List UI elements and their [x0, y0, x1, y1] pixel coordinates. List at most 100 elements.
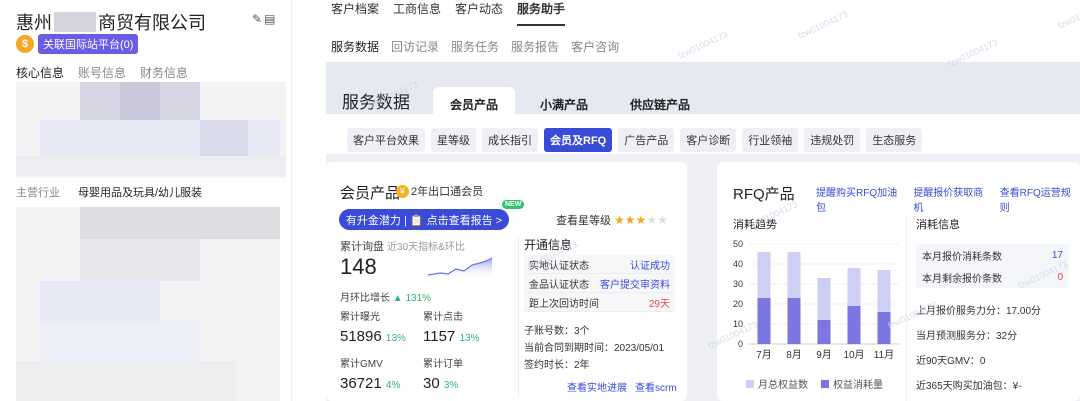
contract-end-line: 当前合同到期时间：2023/05/01	[524, 343, 665, 354]
consumption-row-used: 本月报价消耗条数 17	[916, 244, 1069, 266]
sub-tabs: 服务数据 回访记录 服务任务 服务报告 客户咨询	[331, 38, 619, 55]
consumption-table: 本月报价消耗条数 17 本月剩余报价条数 0	[916, 244, 1069, 288]
tab-core-info[interactable]: 核心信息	[16, 64, 64, 81]
chip-customer-diagnosis[interactable]: 客户诊断	[680, 128, 737, 152]
inquiry-value: 148	[340, 254, 377, 279]
contract-length-line: 签约时长：2年	[524, 360, 590, 371]
consumption-key: 本月报价消耗条数	[922, 251, 1002, 263]
month-forecast-score: 当月预测服务分：32分	[916, 331, 1018, 342]
open-row-key: 距上次回访时间	[529, 298, 599, 310]
view-scrm-link[interactable]: 查看scrm	[635, 379, 677, 394]
main-area: 客户档案 工商信息 客户动态 服务助手 服务数据 回访记录 服务任务 服务报告 …	[326, 0, 1080, 401]
star-level[interactable]: 查看星等级 ★★★★★	[556, 212, 668, 228]
tab-business-info[interactable]: 工商信息	[393, 0, 441, 26]
tab-finance-info[interactable]: 财务信息	[140, 64, 188, 81]
subtab-service-tasks[interactable]: 服务任务	[451, 38, 499, 55]
tab-customer-profile[interactable]: 客户档案	[331, 0, 379, 26]
edit-icon[interactable]: ✎	[252, 12, 264, 26]
open-row-last-visit: 距上次回访时间 29天	[524, 293, 675, 312]
star-level-label: 查看星等级	[556, 215, 611, 227]
tab-service-assistant[interactable]: 服务助手	[517, 0, 566, 26]
chip-ecosystem-services[interactable]: 生态服务	[866, 128, 923, 152]
star-icon: ★	[657, 213, 668, 227]
tab-xiaoman-products[interactable]: 小满产品	[540, 96, 588, 113]
service-data-panel: 服务数据 会员产品 小满产品 供应链产品 客户平台效果 星等级 成长指引 会员及…	[326, 62, 1080, 401]
x-tick-label: 8月	[786, 349, 802, 361]
info-tabs: 核心信息 账号信息 财务信息	[16, 64, 188, 81]
top-tabs: 客户档案 工商信息 客户动态 服务助手	[331, 0, 566, 26]
subtab-visit-records[interactable]: 回访记录	[391, 38, 439, 55]
orders-metric: 30 3%	[423, 375, 458, 392]
tab-account-info[interactable]: 账号信息	[78, 64, 126, 81]
linked-platform-badge[interactable]: 关联国际站平台(0)	[38, 34, 139, 54]
subaccounts-line: 子账号数：3个	[524, 326, 590, 337]
chip-platform-effect[interactable]: 客户平台效果	[347, 128, 425, 152]
bar-used	[817, 320, 831, 344]
title-actions: ✎▤	[252, 12, 277, 26]
open-row-value[interactable]: 认证成功	[630, 257, 670, 272]
orders-label: 累计订单	[423, 359, 463, 370]
remind-buy-rfq-link[interactable]: 提醒购买RFQ加油包	[816, 184, 906, 214]
subtab-service-data[interactable]: 服务数据	[331, 38, 379, 55]
x-tick-label: 11月	[874, 349, 894, 361]
industry-value: 母婴用品及玩具/幼儿服装	[78, 187, 203, 199]
legend-used: 权益消耗量	[821, 376, 883, 391]
rfq-links: 提醒购买RFQ加油包 提醒报价获取商机 查看RFQ运营规则	[816, 184, 1080, 214]
gold-member-badge: ¥ 2年出口通会员	[396, 183, 483, 199]
view-rfq-rules-link[interactable]: 查看RFQ运营规则	[1000, 184, 1080, 214]
subtab-customer-consult[interactable]: 客户咨询	[571, 38, 619, 55]
clicks-metric: 1157 13%	[423, 328, 479, 345]
inquiry-label-row: 累计询盘 近30天指标&环比	[340, 238, 465, 254]
remind-quote-link[interactable]: 提醒报价获取商机	[913, 184, 992, 214]
badge-row: $ 关联国际站平台(0)	[16, 34, 139, 54]
tab-customer-activity[interactable]: 客户动态	[455, 0, 503, 26]
view-report-button[interactable]: 有升金潜力 | 📋 点击查看报告 >	[339, 209, 509, 230]
redacted-mask	[54, 12, 96, 32]
tab-supply-chain-products[interactable]: 供应链产品	[630, 96, 690, 113]
divider	[906, 215, 907, 401]
fuel-pack-365-days: 近365天购买加油包：¥-	[916, 381, 1022, 392]
member-card-title: 会员产品	[340, 185, 401, 202]
chip-ad-products[interactable]: 广告产品	[618, 128, 675, 152]
chip-member-rfq[interactable]: 会员及RFQ	[544, 128, 613, 152]
document-icon[interactable]: ▤	[264, 12, 277, 26]
subtab-service-reports[interactable]: 服务报告	[511, 38, 559, 55]
open-row-value[interactable]: 客户提交审资料	[600, 276, 670, 291]
industry-label: 主营行业	[16, 187, 60, 199]
gmv-value: 36721	[340, 375, 382, 392]
clicks-label: 累计点击	[423, 312, 463, 323]
gmv-metric: 36721 4%	[340, 375, 400, 392]
rfq-card-title: RFQ产品	[733, 186, 795, 203]
chip-violations[interactable]: 违规处罚	[804, 128, 861, 152]
legend-used-label: 权益消耗量	[833, 380, 883, 391]
open-info-table: 实地认证状态 认证成功 金品认证状态 客户提交审资料 距上次回访时间 29天	[524, 255, 675, 312]
gold-coin-icon: ¥	[396, 184, 409, 198]
chart-legend: 月总权益数 权益消耗量	[746, 376, 883, 391]
bar-used	[757, 298, 771, 344]
chip-growth-guide[interactable]: 成长指引	[482, 128, 538, 152]
exposure-value: 51896	[340, 328, 382, 345]
consumption-key: 本月剩余报价条数	[922, 273, 1002, 285]
y-tick-label: 40	[733, 259, 743, 269]
mom-row: 月环比增长 ▲ 131%	[340, 289, 431, 304]
watermark-text: fzw01004173	[676, 29, 730, 61]
gold-member-label: 2年出口通会员	[411, 186, 484, 198]
orders-pct: 3%	[443, 380, 459, 391]
company-name: 惠州 商贸有限公司	[16, 9, 206, 35]
legend-total-label: 月总权益数	[758, 380, 808, 391]
watermark-text: fzw01004173	[796, 9, 850, 41]
legend-total: 月总权益数	[746, 376, 808, 391]
legend-swatch-total	[746, 380, 754, 388]
chip-star-level[interactable]: 星等级	[431, 128, 476, 152]
tab-member-products[interactable]: 会员产品	[433, 87, 516, 116]
inquiry-sparkline	[427, 257, 493, 279]
orders-value: 30	[423, 375, 440, 392]
bar-used	[847, 306, 861, 344]
chip-industry-leader[interactable]: 行业领袖	[742, 128, 799, 152]
consumption-trend-chart: 010203040507月 8月 9月 10月 11月	[733, 239, 899, 361]
gmv-label: 累计GMV	[340, 359, 383, 370]
view-site-progress-link[interactable]: 查看实地进展	[567, 379, 627, 394]
x-tick-label: 9月	[816, 349, 832, 361]
exposure-metric: 51896 13%	[340, 328, 406, 345]
bar-used	[787, 298, 801, 344]
